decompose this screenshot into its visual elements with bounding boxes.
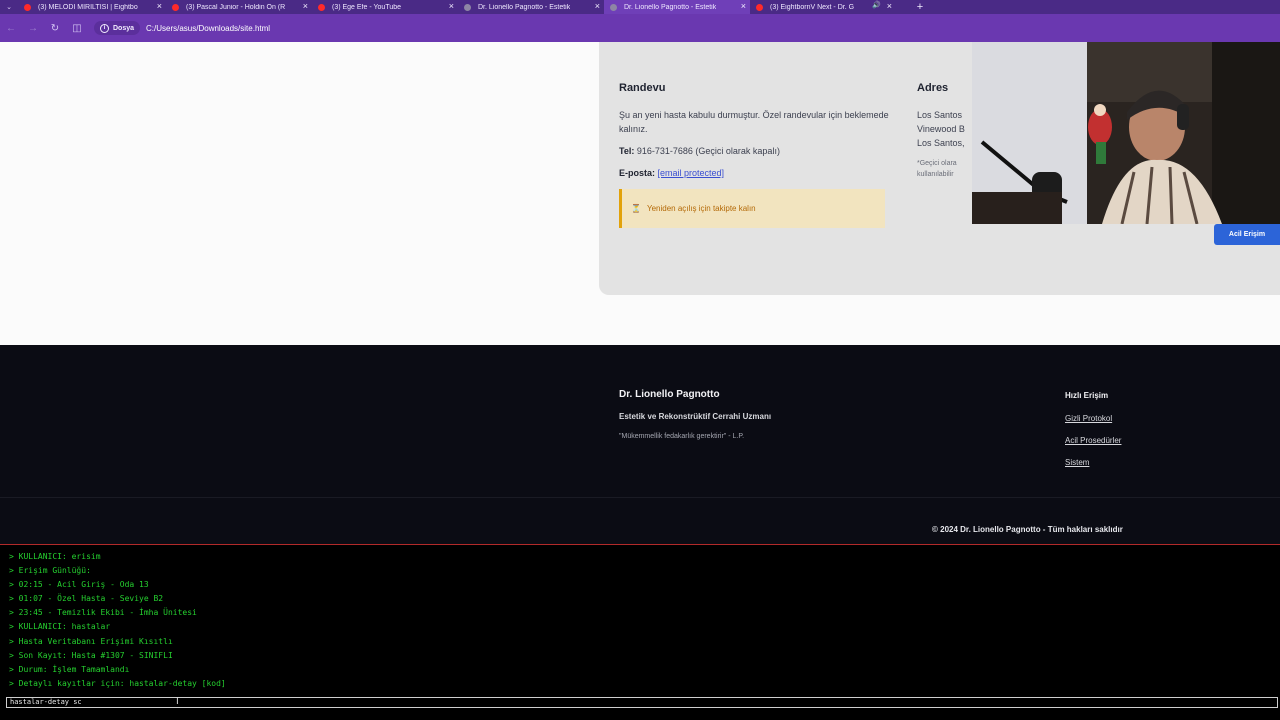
email-link[interactable]: [email protected] xyxy=(658,168,725,178)
close-tab-icon[interactable]: × xyxy=(303,1,308,11)
address-note-2: kullanılabilir xyxy=(917,171,954,178)
terminal-panel: > KULLANICI: erisim > Erişim Günlüğü: > … xyxy=(0,544,1280,720)
close-tab-icon[interactable]: × xyxy=(449,1,454,11)
appointment-text: Şu an yeni hasta kabulu durmuştur. Özel … xyxy=(619,110,889,134)
webcam-overlay xyxy=(972,42,1280,224)
copyright-text: © 2024 Dr. Lionello Pagnotto - Tüm hakla… xyxy=(932,525,1123,534)
address-bar[interactable]: i Dosya C:/Users/asus/Downloads/site.htm… xyxy=(94,18,270,38)
link-system[interactable]: Sistem xyxy=(1065,458,1121,467)
close-tab-icon[interactable]: × xyxy=(157,1,162,11)
close-tab-icon[interactable]: × xyxy=(887,1,892,11)
address-heading: Adres xyxy=(917,82,949,94)
close-tab-icon[interactable]: × xyxy=(595,1,600,11)
tab-bar: ⌄ (3) MELODİ MIRILTISI | Eightbo × (3) P… xyxy=(0,0,1280,14)
back-arrow-icon[interactable]: ← xyxy=(0,17,22,39)
terminal-line: > Detaylı kayıtlar için: hastalar-detay … xyxy=(9,678,226,688)
youtube-icon xyxy=(24,3,31,11)
site-footer: Dr. Lionello Pagnotto Estetik ve Rekonst… xyxy=(0,345,1280,544)
text-cursor-icon: I xyxy=(176,696,179,707)
hourglass-icon: ⏳ xyxy=(631,204,641,213)
link-emergency-procedures[interactable]: Acil Prosedürler xyxy=(1065,436,1121,445)
footer-quote: "Mükemmellik fedakarlık gerektirir" - L.… xyxy=(619,433,745,440)
reload-icon[interactable]: ↻ xyxy=(44,17,66,39)
youtube-icon xyxy=(172,3,179,11)
terminal-line: > KULLANICI: hastalar xyxy=(9,622,111,632)
footer-about: Dr. Lionello Pagnotto Estetik ve Rekonst… xyxy=(619,389,771,440)
terminal-line: > KULLANICI: erisim xyxy=(9,552,101,561)
terminal-line: > Son Kayıt: Hasta #1307 - SINIFLI xyxy=(9,650,173,660)
youtube-icon xyxy=(756,3,763,11)
address-section: Adres Los Santos Vinewood B Los Santos, … xyxy=(917,82,977,180)
footer-doctor-name: Dr. Lionello Pagnotto xyxy=(619,389,720,400)
youtube-icon xyxy=(318,3,325,11)
terminal-line: > 23:45 - Temizlik Ekibi - İmha Ünitesi xyxy=(9,608,197,618)
appointment-section: Randevu Şu an yeni hasta kabulu durmuştu… xyxy=(619,82,889,188)
terminal-line: > Erişim Günlüğü: xyxy=(9,566,91,576)
phone-label: Tel: xyxy=(619,146,635,156)
streamer-webcam-image xyxy=(972,42,1280,224)
address-line-2: Vinewood B xyxy=(917,124,965,134)
tab-title: (3) Pascal Junior - Holdin On (R xyxy=(186,3,286,11)
split-view-icon[interactable]: ◫ xyxy=(66,17,88,39)
browser-tab-3[interactable]: (3) Ege Efe - YouTube × xyxy=(312,0,458,14)
terminal-line: > Hasta Veritabanı Erişimi Kısıtlı xyxy=(9,636,173,646)
reopening-notice: ⏳ Yeniden açılış için takipte kalın xyxy=(619,189,885,228)
browser-tab-6[interactable]: (3) EightbornV Next - Dr. G 🔊 × xyxy=(750,0,896,14)
quick-access-heading: Hızlı Erişim xyxy=(1065,391,1109,400)
address-note-1: *Geçici olara xyxy=(917,160,957,167)
tab-search-icon[interactable]: ⌄ xyxy=(0,0,18,14)
browser-tab-4[interactable]: Dr. Lionello Pagnotto - Estetik × xyxy=(458,0,604,14)
emergency-access-button[interactable]: Acil Erişim xyxy=(1214,224,1280,245)
tab-title: Dr. Lionello Pagnotto - Estetik xyxy=(478,3,571,11)
address-line-1: Los Santos xyxy=(917,110,963,120)
tab-title: (3) EightbornV Next - Dr. G xyxy=(770,3,855,11)
close-tab-icon[interactable]: × xyxy=(741,1,746,11)
new-tab-button[interactable]: + xyxy=(914,0,926,14)
terminal-line: > Durum: İşlem Tamamlandı xyxy=(9,664,130,674)
email-line: E-posta: [email protected] xyxy=(619,166,889,180)
terminal-command-input[interactable]: hastalar-detay sc xyxy=(6,697,1278,708)
phone-value: 916-731-7686 (Geçici olarak kapalı) xyxy=(636,146,780,156)
link-secret-protocol[interactable]: Gizli Protokol xyxy=(1065,414,1121,423)
file-badge-label: Dosya xyxy=(113,24,135,32)
page-icon xyxy=(464,3,471,11)
info-icon: i xyxy=(100,23,109,33)
browser-tab-5-active[interactable]: Dr. Lionello Pagnotto - Estetik × xyxy=(604,0,750,14)
page-content: Randevu Şu an yeni hasta kabulu durmuştu… xyxy=(0,42,1280,345)
email-label: E-posta: xyxy=(619,168,655,178)
page-icon xyxy=(610,3,617,11)
terminal-line: > 01:07 - Özel Hasta - Seviye B2 xyxy=(9,594,164,604)
speaker-icon[interactable]: 🔊 xyxy=(872,1,881,9)
notice-text: Yeniden açılış için takipte kalın xyxy=(646,204,756,213)
url-text[interactable]: C:/Users/asus/Downloads/site.html xyxy=(146,24,270,33)
tab-title: Dr. Lionello Pagnotto - Estetik xyxy=(624,3,717,11)
forward-arrow-icon[interactable]: → xyxy=(22,17,44,39)
footer-quick-access: Hızlı Erişim Gizli Protokol Acil Prosedü… xyxy=(1065,391,1121,480)
address-line-3: Los Santos, xyxy=(917,138,965,148)
terminal-line: > 02:15 - Acil Giriş - Oda 13 xyxy=(9,580,149,590)
tab-title: (3) MELODİ MIRILTISI | Eightbo xyxy=(38,3,138,11)
phone-line: Tel: 916-731-7686 (Geçici olarak kapalı) xyxy=(619,144,889,158)
appointment-heading: Randevu xyxy=(619,82,666,94)
terminal-output: > KULLANICI: erisim > Erişim Günlüğü: > … xyxy=(9,550,226,691)
browser-tab-2[interactable]: (3) Pascal Junior - Holdin On (R × xyxy=(166,0,312,14)
browser-toolbar: ← → ↻ ◫ i Dosya C:/Users/asus/Downloads/… xyxy=(0,14,1280,42)
tab-title: (3) Ege Efe - YouTube xyxy=(332,3,402,11)
footer-specialty: Estetik ve Rekonstrüktif Cerrahi Uzmanı xyxy=(619,412,772,421)
browser-tab-1[interactable]: (3) MELODİ MIRILTISI | Eightbo × xyxy=(18,0,166,14)
footer-divider xyxy=(0,497,1280,498)
site-info-badge[interactable]: i Dosya xyxy=(94,21,141,35)
